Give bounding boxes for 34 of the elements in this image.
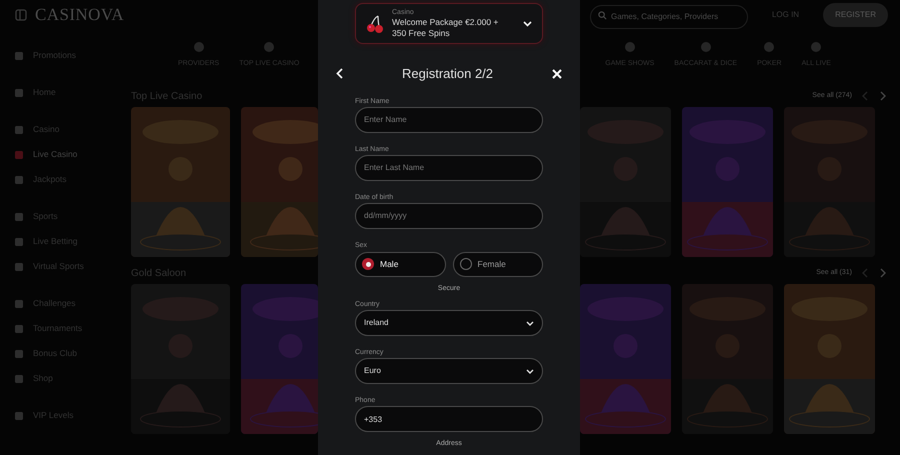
radio-option[interactable]: Male: [355, 252, 446, 276]
chevron-down-icon[interactable]: [523, 20, 532, 26]
previous-icon[interactable]: [862, 268, 868, 278]
category-icon: [700, 40, 712, 53]
input-field[interactable]: +353: [355, 406, 543, 432]
category-icon: [763, 40, 776, 53]
modal-title: Registration 2/2: [402, 65, 494, 83]
dropdown[interactable]: Ireland: [355, 310, 543, 336]
register-button[interactable]: REGISTER: [823, 3, 888, 27]
offer-title: Welcome Package €2.000 + 350 Free Spins: [392, 17, 500, 39]
input-field[interactable]: Enter Name: [355, 106, 543, 132]
chevron-down-icon: [526, 368, 534, 374]
cherries-icon: [366, 14, 384, 34]
next-icon[interactable]: [880, 91, 886, 101]
radio-button[interactable]: [362, 258, 374, 270]
input-field[interactable]: dd/mm/yyyy: [355, 202, 543, 228]
search-field[interactable]: Games, Categories, Providers: [590, 4, 748, 28]
category-icon: [624, 40, 636, 53]
sidebar-item[interactable]: Live Casino: [33, 148, 78, 161]
next-icon[interactable]: [880, 268, 886, 278]
input-field[interactable]: Enter Last Name: [355, 154, 543, 180]
back-icon[interactable]: [336, 68, 343, 80]
category-icon: [810, 40, 822, 53]
sidebar-toggle-icon[interactable]: [15, 9, 27, 21]
close-icon[interactable]: [552, 68, 562, 79]
search-icon: [598, 10, 607, 20]
chevron-down-icon: [526, 320, 534, 326]
radio-option[interactable]: Female: [452, 252, 543, 276]
radio-button[interactable]: [460, 258, 472, 270]
category-icon: [192, 40, 205, 53]
logo[interactable]: CASINOVA: [35, 2, 124, 28]
previous-icon[interactable]: [862, 91, 868, 101]
dropdown[interactable]: Euro: [355, 358, 543, 384]
category-icon: [263, 40, 276, 53]
